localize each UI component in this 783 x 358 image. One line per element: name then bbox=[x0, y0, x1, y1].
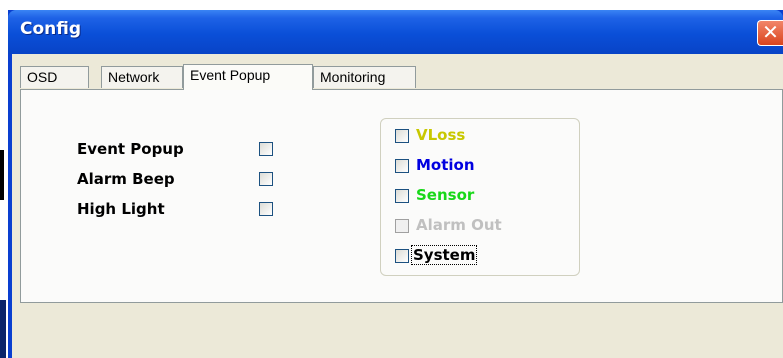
alarm-beep-label: Alarm Beep bbox=[77, 170, 175, 188]
background-edge bbox=[0, 0, 8, 358]
tab-label: Network bbox=[108, 69, 160, 85]
tab-label: OSD bbox=[27, 69, 58, 85]
window-title: Config bbox=[20, 19, 82, 39]
close-icon: ✕ bbox=[762, 20, 779, 44]
tab-label: Event Popup bbox=[190, 67, 271, 83]
tab-osd[interactable]: OSD bbox=[20, 66, 89, 88]
tab-event-popup[interactable]: Event Popup bbox=[183, 64, 313, 90]
sensor-checkbox[interactable] bbox=[395, 189, 409, 203]
config-dialog: Config ✕ OSD Network Event Popup Monitor… bbox=[8, 10, 783, 358]
event-popup-panel: Event Popup Alarm Beep High Light VLoss … bbox=[20, 89, 783, 303]
event-popup-label: Event Popup bbox=[77, 140, 184, 158]
tab-monitoring[interactable]: Monitoring bbox=[313, 66, 416, 88]
motion-label[interactable]: Motion bbox=[416, 156, 475, 174]
system-label[interactable]: System bbox=[410, 245, 478, 265]
high-light-label: High Light bbox=[77, 200, 165, 218]
vloss-checkbox[interactable] bbox=[395, 129, 409, 143]
motion-checkbox[interactable] bbox=[395, 159, 409, 173]
alarm-out-label: Alarm Out bbox=[416, 216, 502, 234]
vloss-label[interactable]: VLoss bbox=[416, 126, 465, 144]
tab-network[interactable]: Network bbox=[101, 66, 183, 88]
title-bar[interactable]: Config ✕ bbox=[8, 10, 783, 54]
background-fragment bbox=[0, 300, 6, 358]
alarm-out-checkbox bbox=[395, 219, 409, 233]
sensor-label[interactable]: Sensor bbox=[416, 186, 474, 204]
tab-label: Monitoring bbox=[320, 69, 386, 85]
event-popup-checkbox[interactable] bbox=[259, 142, 273, 156]
alarm-beep-checkbox[interactable] bbox=[259, 172, 273, 186]
background-fragment bbox=[0, 150, 4, 200]
high-light-checkbox[interactable] bbox=[259, 202, 273, 216]
close-button[interactable]: ✕ bbox=[757, 20, 783, 46]
system-checkbox[interactable] bbox=[395, 249, 409, 263]
dialog-client-area: OSD Network Event Popup Monitoring Event… bbox=[12, 54, 783, 358]
event-type-group: VLoss Motion Sensor Alarm Out System bbox=[380, 118, 580, 276]
